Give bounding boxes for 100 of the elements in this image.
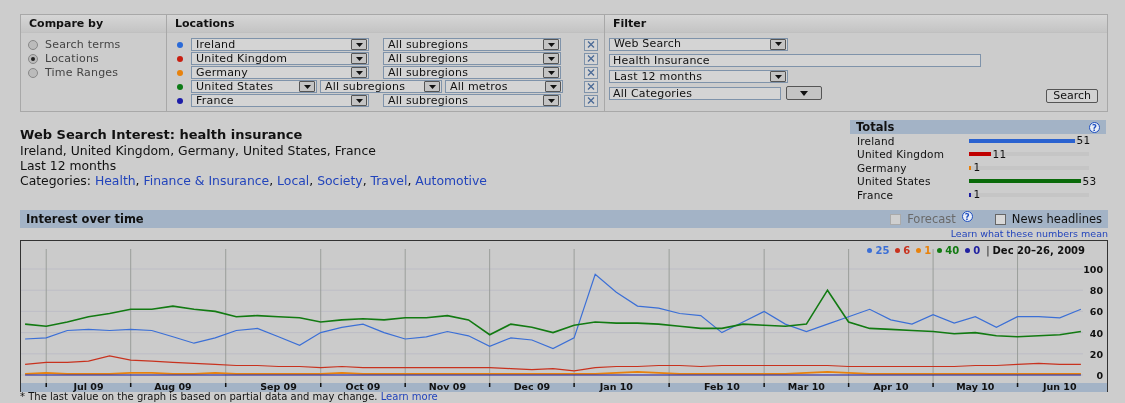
caret-icon (303, 84, 311, 89)
dropdown[interactable]: United States (191, 80, 317, 93)
caret-icon (547, 56, 555, 61)
learn-more-link[interactable]: Learn more (380, 391, 438, 402)
caret-icon (800, 90, 808, 96)
dropdown[interactable]: Web Search (609, 37, 788, 51)
caret-icon (547, 70, 555, 75)
axis-label: Nov 09 (428, 381, 466, 392)
dropdown[interactable]: United Kingdom (191, 52, 369, 65)
axis-label: Mar 10 (787, 381, 825, 392)
legend-date: Dec 20–26, 2009 (992, 245, 1085, 256)
close-icon (587, 83, 595, 90)
legend-separator: | (986, 245, 990, 256)
dropdown[interactable]: All subregions (320, 80, 442, 93)
axis-label: Jul 09 (73, 381, 104, 392)
legend-value: 25 (875, 245, 890, 256)
dropdown[interactable]: All metros (445, 80, 563, 93)
close-icon (587, 69, 595, 76)
learn-link[interactable]: Learn what these numbers mean (950, 228, 1108, 240)
axis-label: Jan 10 (599, 381, 633, 392)
caret-icon (355, 70, 363, 75)
radio-button[interactable] (28, 67, 38, 78)
total-value: 11 (992, 147, 1007, 161)
dropdown[interactable]: All subregions (383, 94, 561, 107)
total-name: United States (857, 175, 932, 188)
close-icon (587, 97, 595, 104)
total-name: Germany (857, 161, 908, 174)
summary-locations: Ireland, United Kingdom, Germany, United States, France (20, 143, 377, 158)
category-link[interactable]: Health (94, 173, 136, 188)
axis-label: May 10 (956, 381, 995, 392)
category-link[interactable]: Local (277, 173, 310, 188)
column-header: Locations (167, 15, 604, 33)
search-field[interactable]: Health Insurance (609, 53, 981, 67)
legend-value: 0 (973, 245, 981, 256)
radio-label: Search terms (45, 38, 121, 51)
column-header: Compare by (21, 15, 166, 33)
column-header: Filter (605, 15, 1107, 33)
caret-icon (355, 42, 363, 47)
category-field[interactable]: All Categories (609, 86, 781, 100)
checkbox-label: Forecast (907, 212, 956, 226)
caret-icon (355, 56, 363, 61)
remove-button[interactable] (584, 52, 598, 65)
axis-label: 100 (1083, 264, 1103, 275)
remove-button[interactable] (584, 94, 598, 107)
axis-label: Apr 10 (873, 381, 909, 392)
category-link[interactable]: Finance & Insurance (143, 173, 270, 188)
checkbox-label: News headlines (1011, 212, 1102, 226)
summary-title: Web Search Interest: health insurance (20, 127, 304, 142)
caret-icon (774, 42, 782, 46)
axis-label: Jun 10 (1043, 381, 1077, 392)
caret-icon (547, 42, 555, 47)
axis-label: 80 (1089, 285, 1103, 297)
axis-label: Oct 09 (345, 381, 381, 392)
total-value: 1 (973, 188, 981, 202)
remove-button[interactable] (584, 80, 598, 93)
categories-text: Categories: Health, Finance & Insurance, Local, Society, Travel, Automotive (20, 173, 487, 188)
summary-period: Last 12 months (20, 158, 118, 173)
dropdown[interactable]: France (191, 94, 369, 107)
dropdown[interactable]: Ireland (191, 38, 369, 51)
close-icon (587, 55, 595, 62)
total-name: Ireland (857, 134, 896, 147)
dropdown[interactable]: All subregions (383, 66, 561, 79)
dropdown-button[interactable] (786, 86, 822, 100)
axis-label: Aug 09 (154, 381, 192, 392)
axis-label: 40 (1089, 327, 1103, 339)
axis-label: 20 (1089, 348, 1103, 360)
legend-value: 6 (903, 245, 911, 256)
remove-button[interactable] (584, 38, 598, 51)
caret-icon (549, 84, 557, 89)
caret-icon (547, 98, 555, 103)
total-name: France (857, 188, 895, 201)
total-name: United Kingdom (857, 148, 946, 161)
dropdown[interactable]: All subregions (383, 52, 561, 65)
axis-label: 60 (1089, 306, 1103, 318)
axis-label: 0 (1096, 370, 1103, 381)
remove-button[interactable] (584, 66, 598, 79)
help-icon[interactable]: ? (1089, 121, 1100, 133)
category-link[interactable]: Automotive (415, 173, 487, 188)
dropdown[interactable]: Last 12 months (609, 70, 788, 83)
radio-label: Time Ranges (45, 66, 119, 79)
caret-icon (355, 98, 363, 103)
category-link[interactable]: Travel (370, 173, 408, 188)
total-value: 1 (973, 161, 981, 175)
caret-icon (428, 84, 436, 89)
radio-button[interactable] (28, 39, 38, 50)
axis-label: Dec 09 (513, 381, 551, 392)
radio-button[interactable] (28, 53, 38, 64)
checkbox[interactable] (994, 213, 1006, 225)
close-icon (587, 41, 595, 48)
section-title: Interest over time (26, 212, 144, 226)
legend-value: 1 (924, 245, 932, 256)
dropdown[interactable]: Germany (191, 66, 369, 79)
axis-label: Sep 09 (260, 381, 297, 392)
search-button[interactable]: Search (1046, 89, 1098, 103)
category-link[interactable]: Society (317, 173, 363, 188)
total-value: 51 (1076, 134, 1091, 148)
legend-value: 40 (945, 245, 960, 256)
totals-title: Totals (856, 120, 895, 134)
dropdown[interactable]: All subregions (383, 38, 561, 51)
radio-label: Locations (45, 52, 100, 65)
